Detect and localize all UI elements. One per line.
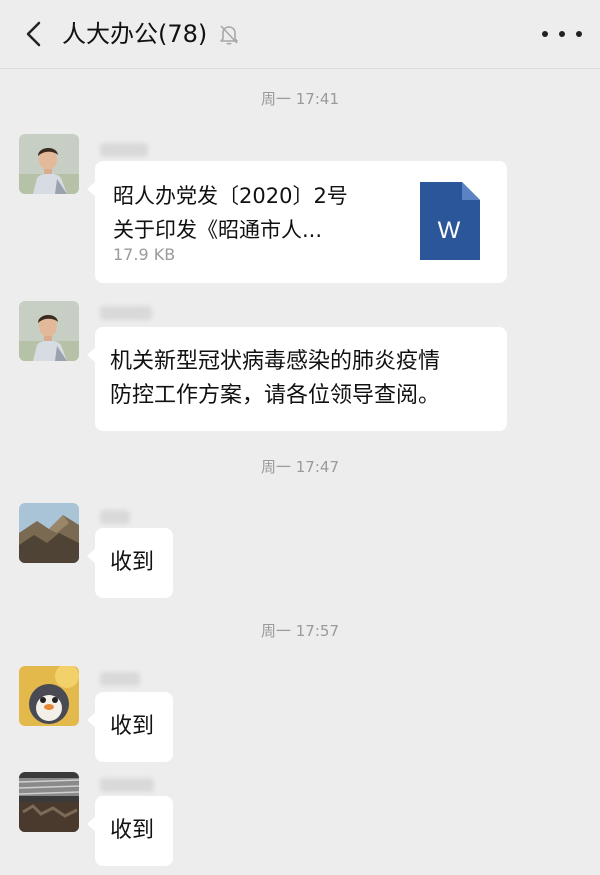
mute-bell-icon <box>220 25 238 45</box>
back-icon <box>26 21 41 47</box>
nickname-blurred <box>100 510 130 524</box>
more-options-button[interactable] <box>542 20 582 48</box>
chat-header: 人大办公(78) <box>0 0 600 69</box>
text-message-bubble[interactable]: 收到 <box>87 692 173 762</box>
nickname-blurred <box>100 143 148 157</box>
chat-title: 人大办公(78) <box>62 20 208 48</box>
back-button[interactable] <box>18 18 48 50</box>
nickname-blurred <box>100 306 152 320</box>
file-message-bubble[interactable]: 昭人办党发〔2020〕2号 关于印发《昭通市人... 17.9 KB W <box>87 161 507 283</box>
avatar[interactable] <box>19 503 79 563</box>
text-message-bubble[interactable]: 收到 <box>87 796 173 866</box>
file-name: 昭人办党发〔2020〕2号 关于印发《昭通市人... <box>113 184 348 242</box>
avatar[interactable] <box>19 301 79 361</box>
nickname-blurred <box>100 672 140 686</box>
file-size: 17.9 KB <box>113 245 176 264</box>
text-message-bubble[interactable]: 收到 <box>87 528 173 598</box>
message-text: 收到 <box>110 714 155 739</box>
avatar[interactable] <box>19 666 79 726</box>
message-text: 防控工作方案，请各位领导查阅。 <box>110 383 441 408</box>
message-text: 机关新型冠状病毒感染的肺炎疫情 <box>110 349 441 374</box>
avatar[interactable] <box>19 772 79 832</box>
message-text: 收到 <box>110 550 155 575</box>
word-file-icon: W <box>420 182 480 260</box>
message-text: 收到 <box>110 818 155 843</box>
more-icon <box>542 31 548 37</box>
timestamp: 周一 17:41 <box>261 90 339 108</box>
avatar[interactable] <box>19 134 79 194</box>
timestamp: 周一 17:57 <box>261 622 339 640</box>
nickname-blurred <box>100 778 154 792</box>
text-message-bubble[interactable]: 机关新型冠状病毒感染的肺炎疫情 防控工作方案，请各位领导查阅。 <box>87 327 507 431</box>
timestamp: 周一 17:47 <box>261 458 339 476</box>
svg-text:W: W <box>438 217 461 244</box>
